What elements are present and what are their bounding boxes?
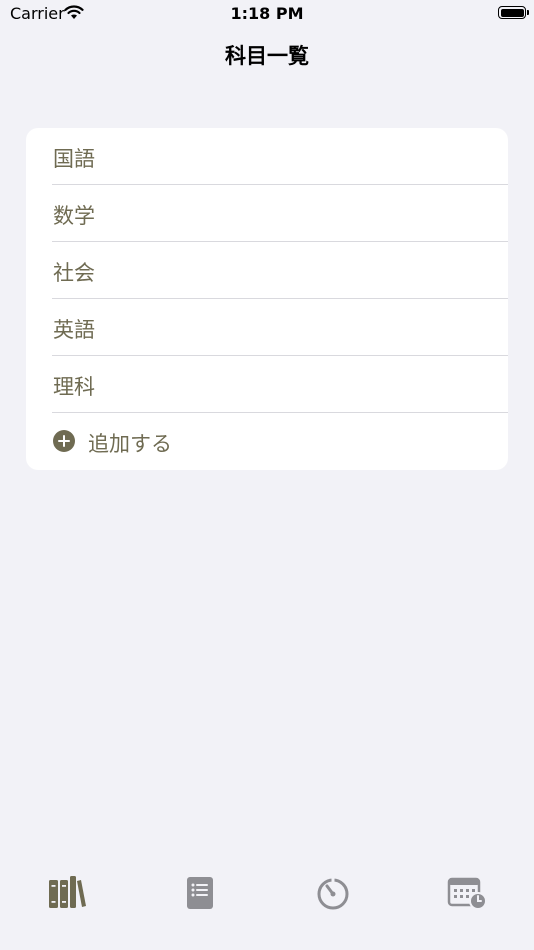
list-item-label: 社会 bbox=[53, 261, 95, 285]
tab-bar bbox=[0, 866, 534, 950]
list-item-label: 数学 bbox=[53, 204, 95, 228]
battery-icon bbox=[498, 6, 529, 19]
list-item[interactable]: 社会 bbox=[26, 242, 508, 299]
timer-icon bbox=[303, 876, 363, 910]
tab-schedule[interactable] bbox=[437, 876, 497, 926]
add-subject-button[interactable]: 追加する bbox=[26, 413, 508, 470]
list-item-label: 英語 bbox=[53, 318, 95, 342]
plus-circle-icon bbox=[53, 430, 75, 452]
subject-list: 国語 数学 社会 英語 理科 追加する bbox=[26, 128, 508, 470]
tab-subjects[interactable] bbox=[37, 876, 97, 926]
notebook-list-icon bbox=[170, 876, 230, 910]
books-icon bbox=[37, 876, 97, 910]
status-bar: Carrier 1:18 PM bbox=[0, 0, 534, 28]
list-item[interactable]: 数学 bbox=[26, 185, 508, 242]
tab-timer[interactable] bbox=[303, 876, 363, 926]
calendar-clock-icon bbox=[437, 876, 497, 910]
list-item-label: 理科 bbox=[53, 375, 95, 399]
list-item[interactable]: 英語 bbox=[26, 299, 508, 356]
page-title: 科目一覧 bbox=[225, 44, 309, 68]
list-item[interactable]: 理科 bbox=[26, 356, 508, 413]
status-time: 1:18 PM bbox=[230, 4, 304, 23]
list-item[interactable]: 国語 bbox=[26, 128, 508, 185]
tab-notes[interactable] bbox=[170, 876, 230, 926]
add-subject-label: 追加する bbox=[88, 432, 172, 456]
list-item-label: 国語 bbox=[53, 147, 95, 171]
